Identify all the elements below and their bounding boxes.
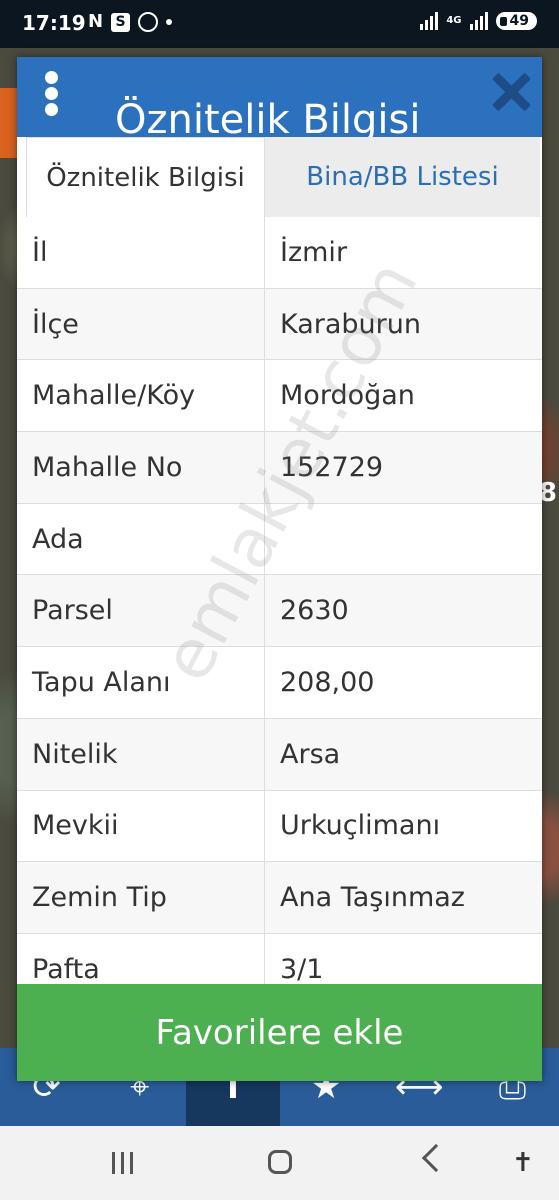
row-value: 208,00	[280, 666, 375, 698]
row-key: Mahalle/Köy	[17, 360, 265, 432]
table-row: Nitelik Arsa	[17, 718, 542, 791]
row-value: 152729	[280, 451, 384, 483]
table-row: Mahalle/Köy Mordoğan	[17, 360, 542, 433]
table-row: İlçe Karaburun	[17, 288, 542, 361]
row-value: Karaburun	[280, 308, 421, 340]
dialog-title: Öznitelik Bilgisi	[115, 97, 421, 137]
row-value: Urkuçlimanı	[280, 810, 441, 842]
notification-icons: N S	[88, 11, 173, 32]
signal-icon-2	[469, 12, 488, 30]
row-key: Zemin Tip	[17, 862, 265, 933]
row-value: 2630	[280, 595, 349, 627]
row-value	[265, 504, 542, 575]
row-value: Ana Taşınmaz	[280, 882, 465, 914]
accessibility-button[interactable]: ✝	[512, 1148, 534, 1178]
row-key: Ada	[17, 503, 265, 575]
home-button[interactable]	[268, 1150, 292, 1174]
s-app-icon: S	[111, 12, 131, 32]
attribute-dialog: Öznitelik Bilgisi Öznitelik Bilgisi Bina…	[17, 57, 542, 1081]
table-row: Tapu Alanı 208,00	[17, 647, 542, 719]
network-type: 4G	[446, 15, 462, 26]
more-notifications-icon	[166, 19, 173, 25]
row-value: Arsa	[280, 738, 341, 770]
attribute-table: İl İzmir İlçe Karaburun Mahalle/Köy Mord…	[17, 217, 542, 985]
table-row: Zemin Tip Ana Taşınmaz	[17, 862, 542, 934]
close-icon[interactable]	[488, 69, 532, 113]
signal-icon	[420, 12, 439, 30]
row-value: 3/1	[280, 953, 324, 985]
table-row: Parsel 2630	[17, 575, 542, 648]
clock: 17:19	[22, 11, 86, 35]
back-button[interactable]	[421, 1143, 451, 1173]
recent-apps-button[interactable]	[112, 1152, 133, 1174]
row-key: Tapu Alanı	[17, 647, 265, 718]
table-row: Mahalle No 152729	[17, 432, 542, 504]
n-app-icon: N	[88, 11, 104, 32]
row-value: Mordoğan	[280, 380, 415, 412]
whatsapp-icon	[138, 12, 159, 32]
status-bar: 17:19 N S 4G 49	[0, 0, 559, 48]
dialog-tabs: Öznitelik Bilgisi Bina/BB Listesi	[26, 137, 540, 217]
row-key: İlçe	[17, 288, 265, 360]
table-row: Mevkii Urkuçlimanı	[17, 790, 542, 863]
row-value: İzmir	[280, 236, 348, 268]
row-key: Mahalle No	[17, 432, 265, 503]
add-to-favorites-button[interactable]: Favorilere ekle	[17, 984, 542, 1081]
row-key: Nitelik	[17, 718, 265, 790]
system-nav-bar: ✝	[0, 1126, 559, 1200]
row-key: İl	[17, 217, 265, 288]
more-vertical-icon[interactable]	[45, 71, 65, 117]
table-row: Pafta 3/1	[17, 933, 542, 985]
row-key: Mevkii	[17, 790, 265, 862]
table-row: Ada	[17, 503, 542, 576]
battery-indicator: 49	[495, 12, 537, 30]
tab-attribute-info[interactable]: Öznitelik Bilgisi	[26, 137, 265, 217]
dialog-header: Öznitelik Bilgisi	[17, 57, 542, 137]
row-key: Parsel	[17, 575, 265, 647]
system-icons: 4G 49	[420, 12, 537, 30]
table-row: İl İzmir	[17, 217, 542, 289]
tab-building-list[interactable]: Bina/BB Listesi	[265, 137, 540, 217]
row-key: Pafta	[17, 933, 265, 985]
